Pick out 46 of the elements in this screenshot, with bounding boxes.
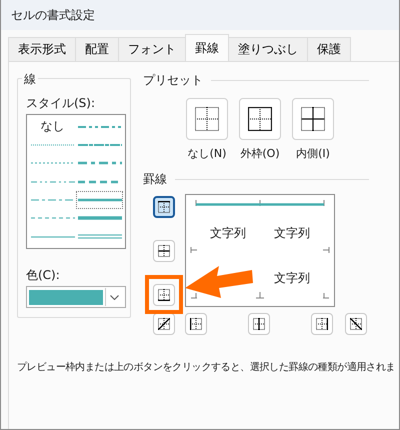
- line-style-sample: [30, 198, 74, 202]
- outline-grid-icon: [248, 107, 272, 131]
- color-dropdown[interactable]: [26, 286, 126, 308]
- line-style-sample: [30, 143, 74, 148]
- line-style-sample: [78, 234, 122, 240]
- preview-text: 文字列: [210, 225, 246, 242]
- line-style-option[interactable]: [76, 191, 123, 210]
- window-title: セルの書式設定: [1, 0, 399, 30]
- border-toggle-button[interactable]: [153, 196, 175, 218]
- line-style-list[interactable]: なし: [26, 114, 126, 249]
- line-style-sample: [78, 124, 122, 128]
- tab[interactable]: 配置: [75, 37, 119, 61]
- dotted-grid-icon: [195, 107, 219, 131]
- hint-text: プレビュー枠内または上のボタンをクリックすると、選択した罫線の種類が適用されま: [17, 360, 396, 374]
- preset-label: 外枠(O): [240, 146, 280, 161]
- preset-label: なし(N): [188, 146, 226, 161]
- section-title: 罫線: [143, 171, 167, 188]
- line-style-sample: [30, 234, 74, 239]
- line-style-sample: [30, 216, 74, 220]
- preview-text: 文字列: [274, 270, 310, 287]
- section-title: プリセット: [143, 72, 203, 89]
- tab[interactable]: フォント: [118, 37, 186, 61]
- color-label: 色(C):: [26, 267, 61, 284]
- tab[interactable]: 保護: [307, 37, 351, 61]
- line-style-sample: [78, 198, 122, 202]
- arrow-icon: [185, 266, 253, 298]
- line-style-sample: [30, 161, 74, 166]
- preset-button[interactable]: [186, 98, 228, 140]
- style-label: スタイル(S):: [26, 95, 96, 112]
- preview-text: 文字列: [274, 225, 310, 242]
- line-style-option[interactable]: なし: [29, 117, 76, 136]
- tab[interactable]: 塗りつぶし: [228, 37, 308, 61]
- preset-label: 内側(I): [296, 146, 330, 161]
- line-style-sample: [30, 180, 74, 184]
- border-line-icon: [350, 318, 362, 330]
- chevron-down-icon: [110, 294, 119, 300]
- preset-button[interactable]: [292, 98, 334, 140]
- border-preview[interactable]: 文字列 文字列 文字列: [185, 194, 335, 307]
- preset-button[interactable]: [239, 98, 281, 140]
- line-style-sample: [78, 216, 122, 220]
- line-style-sample: [78, 161, 122, 166]
- border-line-icon: [158, 318, 170, 330]
- highlight-frame: [145, 275, 183, 314]
- tab[interactable]: 表示形式: [8, 37, 76, 61]
- inside-cross-icon: [301, 107, 325, 131]
- line-style-sample: [78, 143, 122, 148]
